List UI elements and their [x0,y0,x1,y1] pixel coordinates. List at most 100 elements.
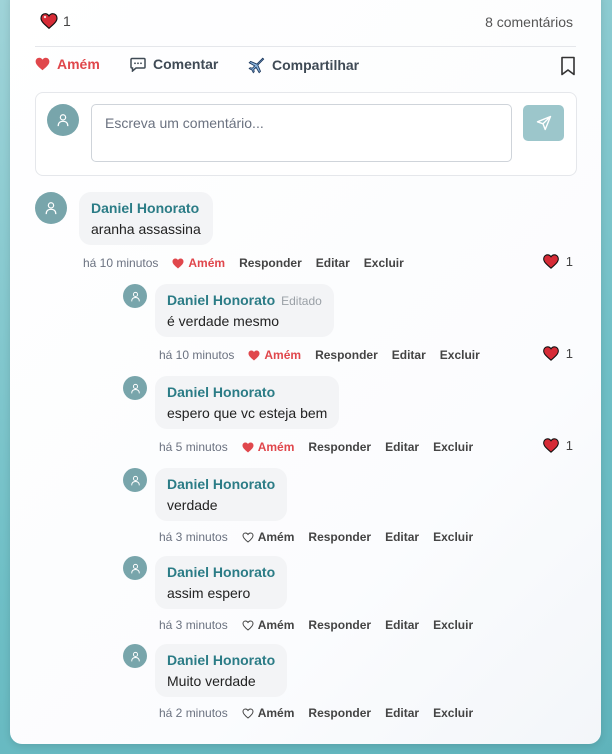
avatar [123,284,147,308]
comment-time: há 3 minutos [159,618,228,632]
comment-author[interactable]: Daniel Honorato [167,384,327,400]
amem-label: Amém [257,530,295,544]
edit-button[interactable]: Editar [392,348,426,362]
comment-time: há 5 minutos [159,440,228,454]
avatar [123,376,147,400]
reply-button[interactable]: Responder [308,440,371,454]
heart-outline-icon [242,707,254,719]
heart-outline-icon [242,619,254,631]
reply-button[interactable]: Responder [308,618,371,632]
comment-bubble: Daniel Honorato Editado é verdade mesmo [155,284,334,337]
like-count: 1 [565,438,573,453]
avatar [123,468,147,492]
heart-icon [35,57,50,71]
comment-author-name[interactable]: Daniel Honorato [167,292,275,308]
reply-button[interactable]: Responder [308,706,371,720]
amem-button[interactable]: Amém [242,530,295,544]
comment-author[interactable]: Daniel Honorato [167,652,275,668]
comment-input[interactable] [91,104,512,162]
comment-likes: 1 [542,346,573,361]
edit-button[interactable]: Editar [385,530,419,544]
amem-button[interactable]: Amém [242,618,295,632]
comment-time: há 10 minutos [83,256,159,270]
comment-likes: 1 [542,254,573,269]
amem-button[interactable]: Amém [242,440,294,454]
user-icon [45,202,57,215]
comment-button[interactable]: Comentar [130,56,218,72]
reply-button[interactable]: Responder [239,256,302,270]
comment-text: assim espero [167,585,251,601]
like-count: 1 [565,254,573,269]
delete-button[interactable]: Excluir [440,348,480,362]
user-icon [130,651,140,661]
amem-button[interactable]: Amém [242,706,295,720]
user-icon [130,475,140,485]
amem-label: Amém [188,256,226,270]
delete-button[interactable]: Excluir [364,256,404,270]
heart-emoji-icon [542,346,559,361]
user-icon [130,383,140,393]
share-button[interactable]: Compartilhar [247,56,359,74]
amem-label: Amém [257,706,295,720]
comment-text: Muito verdade [167,673,256,689]
amem-label: Amém [264,348,302,362]
comment-time: há 2 minutos [159,706,228,720]
like-count: 1 [565,346,573,361]
reply-button[interactable]: Responder [308,530,371,544]
comment-bubble: Daniel Honorato verdade [155,468,288,521]
comment-time: há 3 minutos [159,530,228,544]
heart-emoji-icon [40,13,58,29]
reaction-count: 1 [63,13,71,29]
comment-meta: há 3 minutos Amém Responder Editar Exclu… [159,530,473,544]
send-button[interactable] [523,105,564,141]
avatar [35,192,67,224]
delete-button[interactable]: Excluir [433,530,473,544]
comment-bubble: Daniel Honorato assim espero [155,556,288,609]
delete-button[interactable]: Excluir [433,706,473,720]
amem-label: Amém [257,618,295,632]
bookmark-icon[interactable] [560,56,576,76]
amem-label: Amém [57,56,100,72]
comment-author[interactable]: Daniel Honorato [167,564,275,580]
comment-bubble: Daniel Honorato Muito verdade [155,644,288,697]
comment-bubble: Daniel Honorato espero que vc esteja bem [155,376,340,429]
divider [35,46,576,47]
post-card: 1 8 comentários Amém Comentar Compartilh… [10,0,601,744]
comment-bubble: Daniel Honorato aranha assassina [79,192,213,245]
comment-author: Daniel Honorato Editado [167,292,322,308]
heart-icon [172,258,184,268]
reply-button[interactable]: Responder [315,348,378,362]
comment-author[interactable]: Daniel Honorato [91,200,201,216]
amem-button[interactable]: Amém [172,256,225,270]
heart-emoji-icon [542,438,559,453]
share-label: Compartilhar [272,57,360,73]
comment-meta: há 10 minutos Amém Responder Editar Excl… [159,348,480,362]
amem-button[interactable]: Amém [35,56,100,72]
user-icon [130,291,140,301]
comment-label: Comentar [153,56,219,72]
edit-button[interactable]: Editar [316,256,350,270]
edited-label: Editado [281,294,322,308]
comment-likes: 1 [542,438,573,453]
comment-text: espero que vc esteja bem [167,405,328,421]
delete-button[interactable]: Excluir [433,618,473,632]
comment-meta: há 2 minutos Amém Responder Editar Exclu… [159,706,473,720]
edit-button[interactable]: Editar [385,706,419,720]
avatar [123,644,147,668]
comment-meta: há 5 minutos Amém Responder Editar Exclu… [159,440,473,454]
user-icon [130,563,140,573]
delete-button[interactable]: Excluir [433,440,473,454]
send-icon [536,115,551,131]
comment-text: aranha assassina [91,221,201,237]
edit-button[interactable]: Editar [385,440,419,454]
avatar [123,556,147,580]
comment-meta: há 10 minutos Amém Responder Editar Excl… [83,256,404,270]
edit-button[interactable]: Editar [385,618,419,632]
comments-count-link[interactable]: 8 comentários [485,14,573,30]
heart-outline-icon [242,531,254,543]
comment-author[interactable]: Daniel Honorato [167,476,275,492]
amem-button[interactable]: Amém [248,348,301,362]
comment-text: é verdade mesmo [167,313,280,329]
airplane-icon [248,57,265,74]
avatar [47,104,79,136]
